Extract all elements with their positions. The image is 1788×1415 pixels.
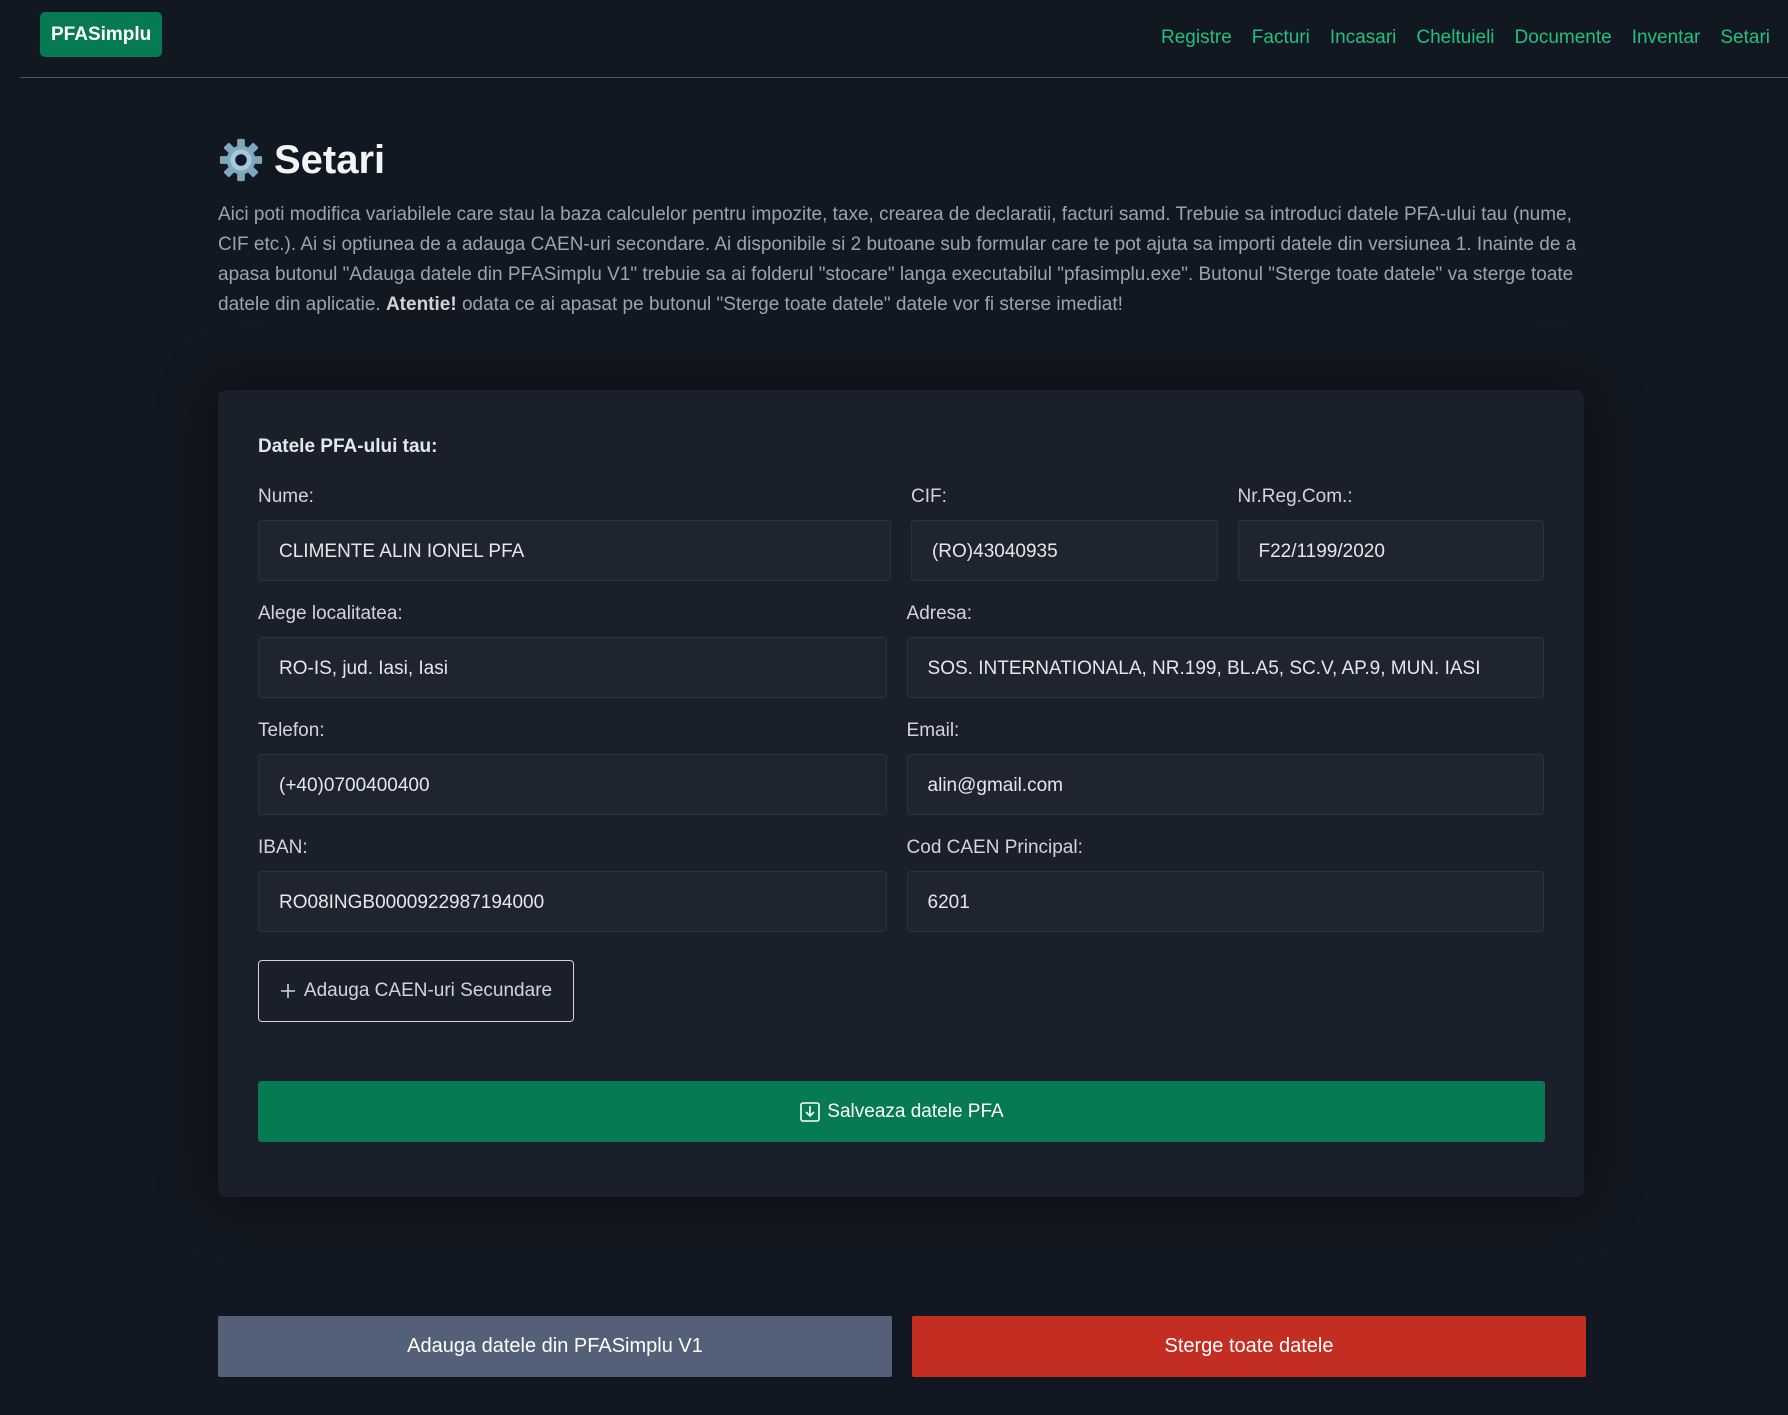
page-title: Setari	[218, 120, 1584, 200]
cif-input[interactable]: (RO)43040935	[910, 520, 1218, 581]
regcom-input[interactable]: F22/1199/2020	[1237, 520, 1545, 581]
form-title: Datele PFA-ului tau:	[258, 436, 438, 457]
iban-input[interactable]: RO08INGB0000922987194000	[258, 871, 887, 932]
page-header: Setari Aici poti modifica variabilele ca…	[218, 120, 1584, 320]
gear-icon	[219, 138, 263, 182]
form-row-4: IBAN: RO08INGB0000922987194000 Cod CAEN …	[258, 831, 1544, 932]
caen-field-group: Cod CAEN Principal: 6201	[906, 831, 1544, 932]
telefon-field-group: Telefon: (+40)0700400400	[258, 714, 887, 815]
localitate-label: Alege localitatea:	[258, 603, 403, 624]
nav-link-incasari[interactable]: Incasari	[1330, 22, 1397, 54]
nav-link-cheltuieli[interactable]: Cheltuieli	[1416, 22, 1494, 54]
localitate-select[interactable]: RO-IS, jud. Iasi, Iasi	[258, 637, 887, 698]
regcom-label: Nr.Reg.Com.:	[1237, 486, 1353, 507]
nume-label: Nume:	[258, 486, 314, 507]
page-heading: Setari	[274, 137, 386, 182]
iban-field-group: IBAN: RO08INGB0000922987194000	[258, 831, 887, 932]
cif-field-group: CIF: (RO)43040935	[910, 480, 1218, 581]
nav-link-facturi[interactable]: Facturi	[1252, 22, 1310, 54]
caen-label: Cod CAEN Principal:	[906, 837, 1083, 858]
form-row-3: Telefon: (+40)0700400400 Email: alin@gma…	[258, 714, 1544, 815]
intro-warning: Atentie!	[385, 294, 457, 315]
adresa-input[interactable]: SOS. INTERNATIONALA, NR.199, BL.A5, SC.V…	[906, 637, 1544, 698]
form-row-2: Alege localitatea: RO-IS, jud. Iasi, Ias…	[258, 597, 1544, 698]
caen-input[interactable]: 6201	[906, 871, 1544, 932]
adresa-field-group: Adresa: SOS. INTERNATIONALA, NR.199, BL.…	[906, 597, 1544, 698]
cif-label: CIF:	[910, 486, 947, 507]
adresa-label: Adresa:	[906, 603, 973, 624]
iban-label: IBAN:	[258, 837, 308, 858]
telefon-label: Telefon:	[258, 720, 325, 741]
nav-link-setari[interactable]: Setari	[1720, 22, 1770, 54]
nume-field-group: Nume: CLIMENTE ALIN IONEL PFA	[258, 480, 891, 581]
telefon-input[interactable]: (+40)0700400400	[258, 754, 887, 815]
nav-link-registre[interactable]: Registre	[1161, 22, 1232, 54]
import-v1-button[interactable]: Adauga datele din PFASimplu V1	[218, 1316, 892, 1377]
brand-logo[interactable]: PFASimplu	[40, 12, 163, 57]
intro-text-part2: odata ce ai apasat pe butonul "Sterge to…	[456, 294, 1123, 315]
nav-link-documente[interactable]: Documente	[1515, 22, 1612, 54]
download-icon	[800, 1101, 821, 1122]
add-caen-button[interactable]: Adauga CAEN-uri Secundare	[258, 960, 574, 1022]
nav-links: Registre Facturi Incasari Cheltuieli Doc…	[1161, 22, 1770, 54]
nav-link-inventar[interactable]: Inventar	[1632, 22, 1701, 54]
save-pfa-label: Salveaza datele PFA	[827, 1100, 1004, 1122]
form-row-1: Nume: CLIMENTE ALIN IONEL PFA CIF: (RO)4…	[258, 480, 1545, 581]
plus-icon	[280, 984, 295, 998]
save-pfa-button[interactable]: Salveaza datele PFA	[258, 1081, 1545, 1142]
top-navbar: PFASimplu Registre Facturi Incasari Chel…	[20, 0, 1788, 78]
localitate-field-group: Alege localitatea: RO-IS, jud. Iasi, Ias…	[258, 597, 887, 698]
page-intro: Aici poti modifica variabilele care stau…	[218, 200, 1584, 320]
add-caen-label: Adauga CAEN-uri Secundare	[303, 980, 553, 1001]
email-input[interactable]: alin@gmail.com	[906, 754, 1544, 815]
delete-all-button[interactable]: Sterge toate datele	[912, 1316, 1586, 1377]
email-field-group: Email: alin@gmail.com	[906, 714, 1544, 815]
regcom-field-group: Nr.Reg.Com.: F22/1199/2020	[1237, 480, 1545, 581]
pfa-settings-form: Datele PFA-ului tau: Nume: CLIMENTE ALIN…	[218, 390, 1584, 1197]
email-label: Email:	[906, 720, 960, 741]
nume-input[interactable]: CLIMENTE ALIN IONEL PFA	[258, 520, 891, 581]
